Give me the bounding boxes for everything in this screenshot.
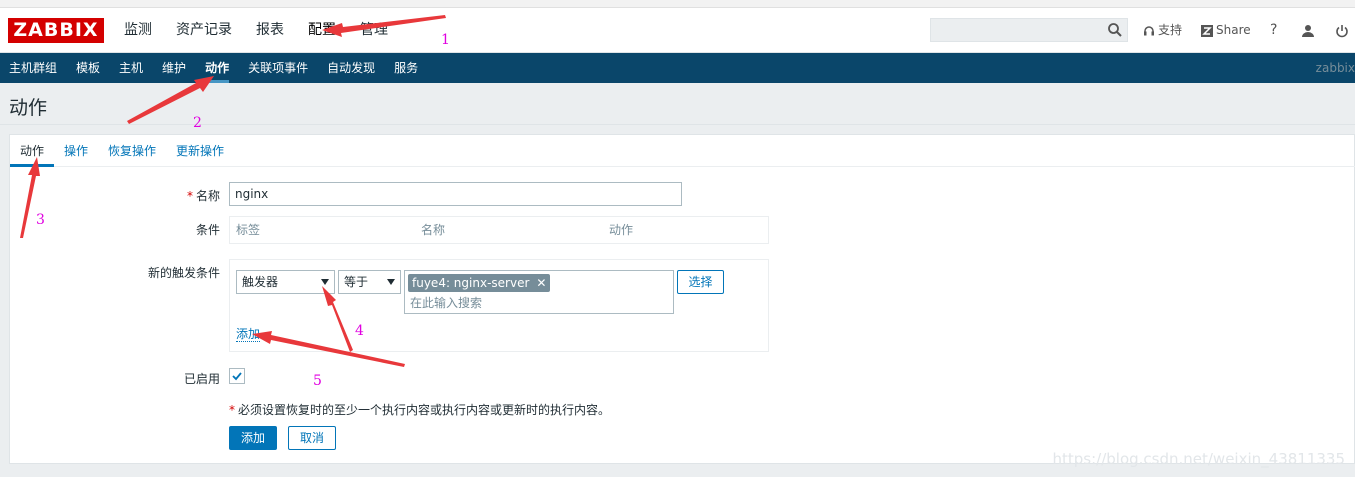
condition-type-value: 触发器	[242, 275, 279, 289]
subnav-item-host-groups[interactable]: 主机群组	[0, 53, 67, 83]
annotation-number-4: 4	[355, 323, 364, 339]
condition-operator-select[interactable]: 等于	[338, 270, 401, 294]
browser-bookmark-strip	[0, 0, 1355, 8]
add-condition-link[interactable]: 添加	[236, 327, 261, 342]
subnav-item-actions[interactable]: 动作	[196, 53, 239, 83]
cancel-button[interactable]: 取消	[288, 426, 336, 450]
condition-type-select[interactable]: 触发器	[236, 270, 335, 294]
enabled-checkbox[interactable]	[229, 368, 245, 384]
share-label: Share	[1216, 23, 1251, 37]
share-z-icon	[1201, 24, 1213, 37]
tab-action[interactable]: 动作	[9, 135, 55, 167]
title-divider	[0, 124, 1355, 125]
menu-item-configuration[interactable]: 配置	[308, 8, 336, 53]
conditions-table: 标签 名称 动作	[229, 216, 769, 244]
zabbix-page: ZABBIX 监测 资产记录 报表 配置 管理 支持 Share ? 主机群组 …	[0, 0, 1355, 477]
new-condition-label: 新的触发条件	[147, 266, 220, 280]
user-profile-button[interactable]	[1301, 8, 1318, 53]
headset-icon	[1144, 25, 1154, 35]
checkmark-icon	[232, 372, 242, 381]
user-icon	[1302, 24, 1314, 37]
menu-item-administration[interactable]: 管理	[360, 8, 388, 53]
tab-recovery-operations[interactable]: 恢复操作	[108, 135, 156, 166]
help-icon[interactable]: ?	[1270, 8, 1277, 53]
support-link[interactable]: 支持	[1143, 8, 1182, 53]
chip-label: fuye4: nginx-server	[412, 276, 530, 290]
select-button[interactable]: 选择	[677, 270, 724, 294]
required-star: *	[186, 189, 193, 203]
main-menu: 监测 资产记录 报表 配置 管理	[124, 8, 412, 53]
subnav-item-hosts[interactable]: 主机	[110, 53, 153, 83]
condition-operator-value: 等于	[344, 275, 369, 289]
subnav-item-maintenance[interactable]: 维护	[153, 53, 196, 83]
action-form-panel: 动作 操作 恢复操作 更新操作 * 名称 nginx 条件 标签 名称 动作 新的…	[9, 134, 1355, 464]
name-input[interactable]: nginx	[229, 182, 682, 206]
page-title: 动作	[9, 97, 48, 119]
annotation-number-1: 1	[441, 32, 450, 48]
global-search-input[interactable]	[930, 18, 1128, 42]
subnav-item-event-correlation[interactable]: 关联项事件	[239, 53, 318, 83]
menu-item-reports[interactable]: 报表	[256, 8, 284, 53]
tab-update-operations[interactable]: 更新操作	[176, 135, 224, 166]
logout-button[interactable]	[1335, 8, 1352, 53]
annotation-number-5: 5	[313, 373, 322, 389]
watermark: https://blog.csdn.net/weixin_43811335	[1052, 450, 1345, 468]
menu-item-monitoring[interactable]: 监测	[124, 8, 152, 53]
form-tabs: 动作 操作 恢复操作 更新操作	[9, 135, 1355, 167]
menu-item-inventory[interactable]: 资产记录	[176, 8, 232, 53]
support-label: 支持	[1158, 23, 1183, 37]
subnav-item-templates[interactable]: 模板	[67, 53, 110, 83]
share-link[interactable]: Share	[1201, 8, 1251, 53]
conditions-header-action: 动作	[609, 223, 634, 237]
required-star: *	[229, 403, 235, 417]
conditions-header-label: 标签	[236, 223, 261, 237]
sub-navigation: 主机群组 模板 主机 维护 动作 关联项事件 自动发现 服务 zabbix	[0, 53, 1355, 83]
tab-operations[interactable]: 操作	[64, 135, 88, 166]
selected-trigger-chip: fuye4: nginx-server ✕	[408, 274, 551, 292]
dropdown-arrow-icon	[387, 279, 395, 285]
name-label: * 名称	[186, 189, 220, 203]
trigger-multiselect[interactable]: fuye4: nginx-server ✕ 在此输入搜索	[404, 270, 674, 314]
dropdown-arrow-icon	[321, 279, 329, 285]
power-icon	[1336, 24, 1348, 37]
conditions-label: 条件	[195, 223, 220, 237]
annotation-number-2: 2	[193, 115, 202, 131]
conditions-header-name: 名称	[421, 223, 446, 237]
new-condition-box: 触发器 等于 fuye4: nginx-server ✕ 在此输入搜索 选择 添…	[229, 259, 769, 352]
enabled-label: 已启用	[183, 372, 220, 386]
search-icon[interactable]	[1107, 22, 1123, 38]
server-name: zabbix	[1315, 61, 1355, 75]
add-button[interactable]: 添加	[229, 426, 277, 450]
zabbix-logo[interactable]: ZABBIX	[8, 18, 104, 43]
annotation-number-3: 3	[36, 212, 45, 228]
multiselect-search-input[interactable]: 在此输入搜索	[410, 294, 482, 311]
top-header: ZABBIX 监测 资产记录 报表 配置 管理 支持 Share ?	[0, 8, 1355, 53]
subnav-item-discovery[interactable]: 自动发现	[318, 53, 385, 83]
required-note: * 必须设置恢复时的至少一个执行内容或执行内容或更新时的执行内容。	[229, 403, 611, 417]
subnav-item-services[interactable]: 服务	[385, 53, 428, 83]
chip-remove-icon[interactable]: ✕	[536, 274, 546, 292]
